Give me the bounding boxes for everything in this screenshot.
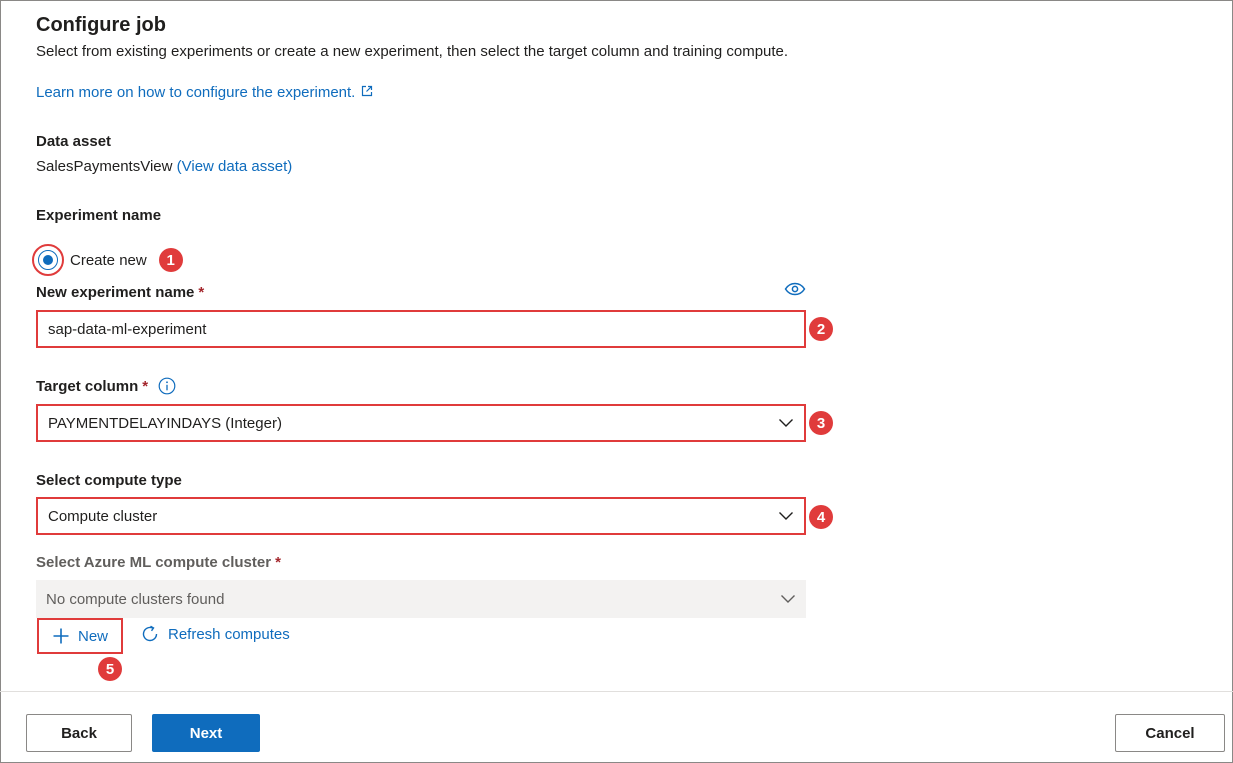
refresh-computes-label[interactable]: Refresh computes xyxy=(168,626,290,643)
new-compute-button[interactable]: New xyxy=(37,618,123,654)
chevron-down-icon xyxy=(780,591,796,607)
required-asterisk: * xyxy=(275,554,281,571)
create-new-radio-highlight[interactable] xyxy=(32,244,64,276)
radio-selected-dot xyxy=(43,255,53,265)
callout-badge-3: 3 xyxy=(809,411,833,435)
experiment-name-label: Experiment name xyxy=(36,207,162,224)
cancel-button[interactable]: Cancel xyxy=(1115,714,1225,752)
next-button[interactable]: Next xyxy=(152,714,260,752)
chevron-down-icon[interactable] xyxy=(778,508,794,524)
learn-more-text[interactable]: Learn more on how to configure the exper… xyxy=(36,84,355,101)
create-new-radio-row[interactable]: Create new 1 xyxy=(32,244,183,276)
create-new-label[interactable]: Create new xyxy=(70,252,147,269)
page-title: Configure job xyxy=(36,14,166,36)
compute-type-label: Select compute type xyxy=(36,472,182,489)
page-description: Select from existing experiments or crea… xyxy=(36,43,789,60)
callout-badge-2: 2 xyxy=(809,317,833,341)
new-compute-label[interactable]: New xyxy=(78,628,108,645)
plus-icon xyxy=(52,627,70,645)
required-asterisk: * xyxy=(142,377,149,395)
eye-icon[interactable] xyxy=(784,282,806,301)
refresh-icon xyxy=(140,624,160,644)
dialog-frame xyxy=(0,0,1233,763)
chevron-down-icon[interactable] xyxy=(778,415,794,431)
new-experiment-name-text: New experiment name xyxy=(36,284,195,301)
back-button[interactable]: Back xyxy=(26,714,132,752)
data-asset-value: SalesPaymentsView (View data asset) xyxy=(36,158,292,175)
external-link-icon xyxy=(361,84,373,101)
experiment-name-value[interactable]: sap-data-ml-experiment xyxy=(48,321,206,338)
compute-cluster-label: Select Azure ML compute cluster * xyxy=(36,554,281,571)
target-column-dropdown[interactable]: PAYMENTDELAYINDAYS (Integer) xyxy=(36,404,806,442)
experiment-name-input[interactable]: sap-data-ml-experiment xyxy=(36,310,806,348)
compute-type-dropdown[interactable]: Compute cluster xyxy=(36,497,806,535)
compute-cluster-dropdown: No compute clusters found xyxy=(36,580,806,618)
compute-cluster-value: No compute clusters found xyxy=(46,590,225,608)
compute-type-value[interactable]: Compute cluster xyxy=(48,508,157,525)
refresh-computes-button[interactable]: Refresh computes xyxy=(140,624,290,644)
compute-cluster-text: Select Azure ML compute cluster xyxy=(36,554,272,571)
callout-badge-5: 5 xyxy=(98,657,122,681)
data-asset-label: Data asset xyxy=(36,133,112,150)
target-column-text: Target column xyxy=(36,377,139,395)
learn-more-link[interactable]: Learn more on how to configure the exper… xyxy=(36,84,373,101)
target-column-label: Target column * xyxy=(36,377,176,395)
required-asterisk: * xyxy=(198,284,205,301)
footer-divider xyxy=(0,691,1233,692)
callout-badge-1: 1 xyxy=(158,248,183,272)
data-asset-name: SalesPaymentsView xyxy=(36,158,173,175)
target-column-value[interactable]: PAYMENTDELAYINDAYS (Integer) xyxy=(48,415,282,432)
info-icon[interactable] xyxy=(158,377,176,395)
create-new-radio[interactable] xyxy=(38,250,58,270)
callout-badge-4: 4 xyxy=(809,505,833,529)
new-experiment-name-label: New experiment name * xyxy=(36,284,204,301)
view-data-asset-link[interactable]: (View data asset) xyxy=(177,158,293,175)
